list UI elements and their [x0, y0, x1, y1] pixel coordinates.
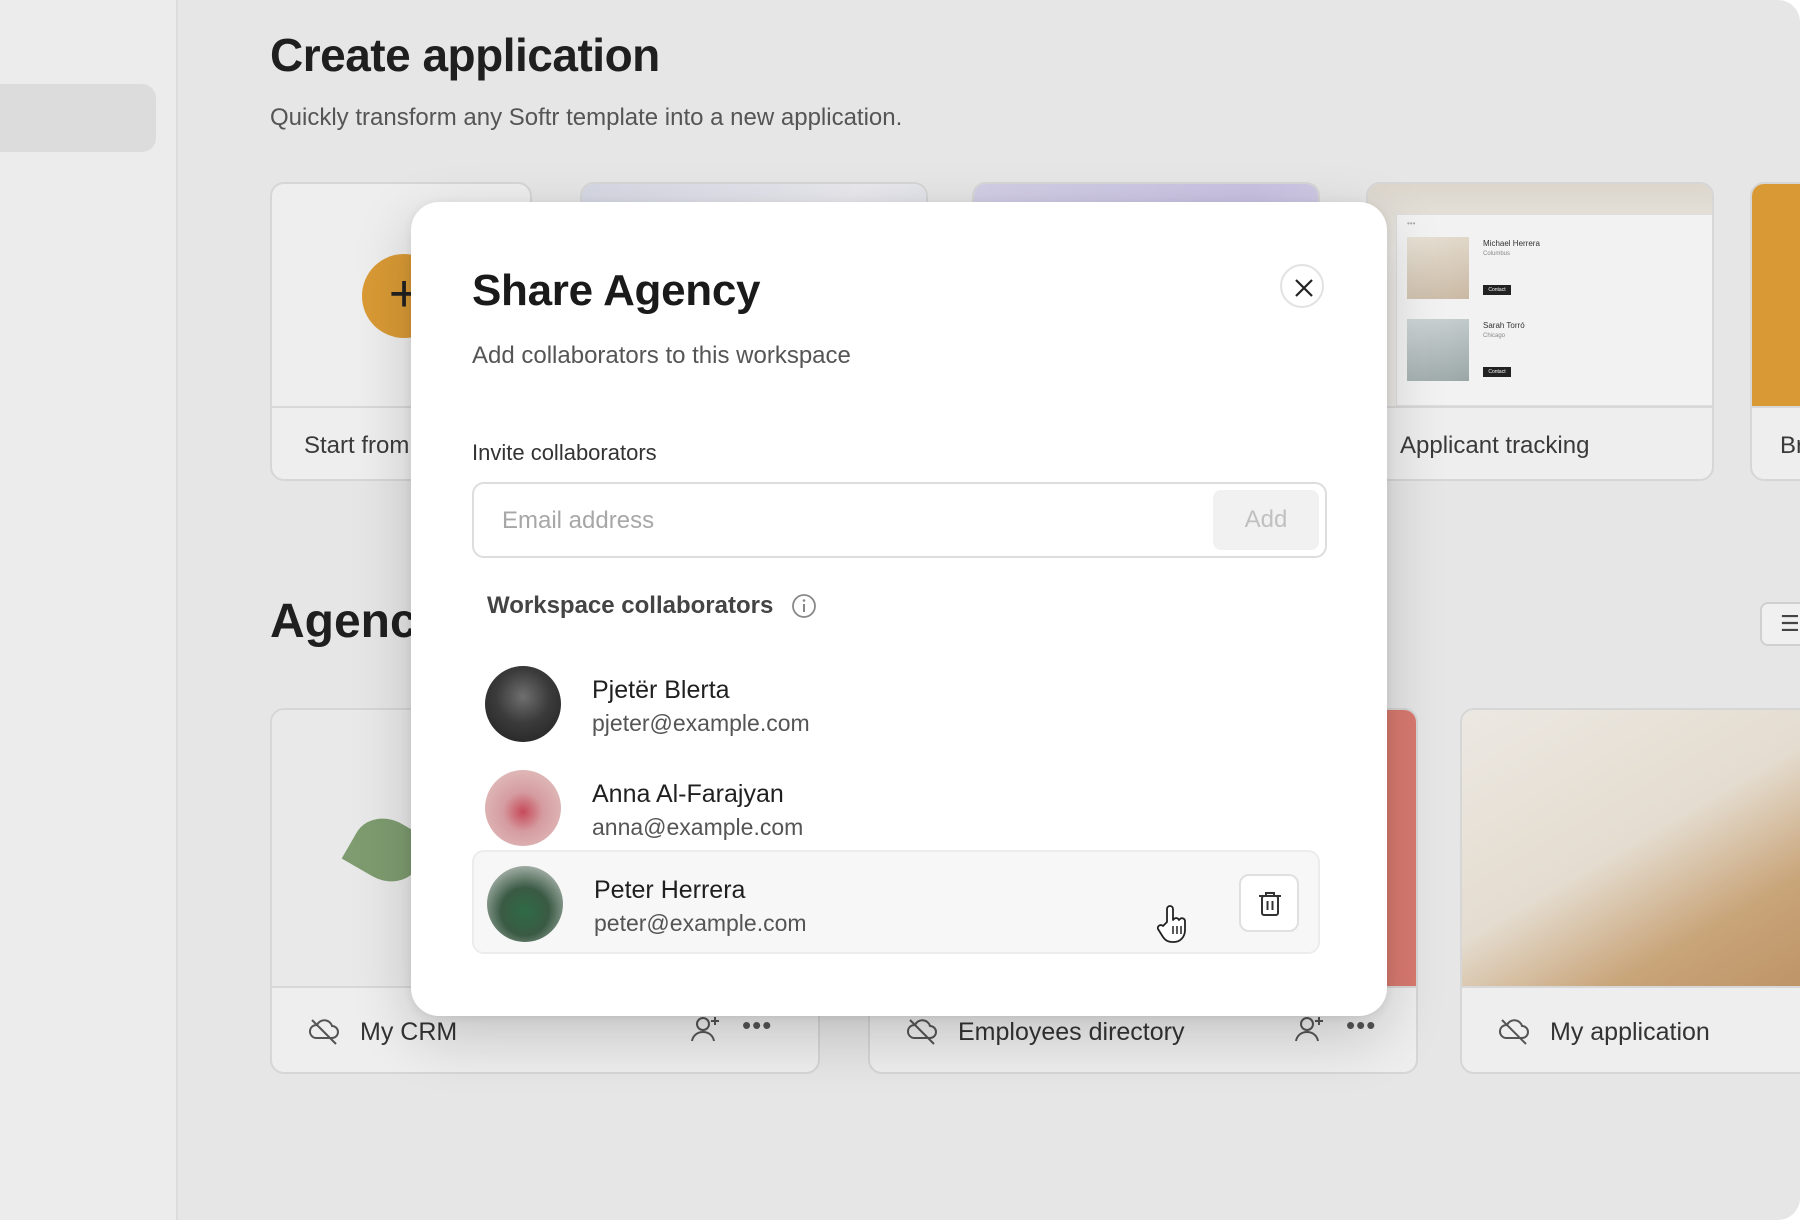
collaborator-name: Anna Al-Farajyan	[592, 780, 784, 808]
avatar	[487, 866, 563, 942]
collaborators-heading: Workspace collaborators	[487, 592, 774, 619]
person-city: Chicago	[1483, 333, 1506, 339]
add-button[interactable]: Add	[1213, 490, 1319, 550]
trash-icon	[1259, 892, 1281, 916]
template-caption: Br	[1780, 432, 1800, 459]
add-user-icon[interactable]	[690, 1014, 720, 1044]
sidebar	[0, 0, 178, 1220]
email-input-group: Add	[472, 482, 1327, 558]
collaborator-email: anna@example.com	[592, 814, 804, 840]
delete-collaborator-button[interactable]	[1239, 874, 1299, 932]
contact-button: Contact	[1483, 367, 1511, 377]
collaborator-name: Peter Herrera	[594, 876, 746, 904]
avatar	[485, 770, 561, 846]
person-name: Michael Herrera	[1483, 239, 1540, 248]
app-thumbnail	[1462, 710, 1800, 986]
avatar	[485, 666, 561, 742]
template-caption: Start from	[304, 432, 410, 459]
cloud-off-icon	[309, 1019, 339, 1045]
template-preview-window: ••• Michael Herrera Columbus Contact Sar…	[1396, 214, 1712, 406]
modal-title: Share Agency	[472, 266, 761, 315]
collaborator-email: pjeter@example.com	[592, 710, 810, 736]
template-card-applicant-tracking[interactable]: ••• Michael Herrera Columbus Contact Sar…	[1366, 182, 1714, 481]
info-icon[interactable]	[791, 593, 817, 619]
hand-pointer-icon	[1156, 905, 1186, 943]
app-name: My application	[1550, 1018, 1710, 1046]
collaborator-row[interactable]: Pjetër Blerta pjeter@example.com	[472, 652, 1320, 756]
cloud-off-icon	[1499, 1019, 1529, 1045]
template-card[interactable]: Br	[1750, 182, 1800, 481]
template-thumbnail	[1752, 184, 1800, 406]
modal-subtitle: Add collaborators to this workspace	[472, 342, 851, 369]
cloud-off-icon	[907, 1019, 937, 1045]
app-name: Employees directory	[958, 1018, 1185, 1046]
contact-button: Contact	[1483, 285, 1511, 295]
collaborator-name: Pjetër Blerta	[592, 676, 730, 704]
email-input[interactable]	[502, 502, 1162, 540]
close-icon	[1295, 279, 1313, 297]
share-modal: Share Agency Add collaborators to this w…	[411, 202, 1387, 1016]
person-name: Sarah Torró	[1483, 321, 1525, 330]
sidebar-item-active[interactable]	[0, 84, 156, 152]
template-caption: Applicant tracking	[1400, 432, 1590, 459]
template-thumbnail: ••• Michael Herrera Columbus Contact Sar…	[1368, 184, 1712, 406]
page-title: Create application	[270, 29, 660, 81]
collaborator-row[interactable]: Anna Al-Farajyan anna@example.com	[472, 756, 1320, 860]
collaborator-row[interactable]: Peter Herrera peter@example.com	[472, 850, 1320, 954]
list-view-icon[interactable]: ☰	[1760, 602, 1800, 646]
person-photo	[1407, 319, 1469, 381]
person-city: Columbus	[1483, 251, 1511, 257]
section-title: Agenc	[270, 595, 417, 648]
collaborator-email: peter@example.com	[594, 910, 807, 936]
app-card-my-application[interactable]: My application	[1460, 708, 1800, 1074]
page-subtitle: Quickly transform any Softr template int…	[270, 104, 903, 131]
close-button[interactable]	[1280, 264, 1324, 308]
app-name: My CRM	[360, 1018, 458, 1046]
invite-label: Invite collaborators	[472, 440, 657, 465]
add-user-icon[interactable]	[1294, 1014, 1324, 1044]
person-photo	[1407, 237, 1469, 299]
